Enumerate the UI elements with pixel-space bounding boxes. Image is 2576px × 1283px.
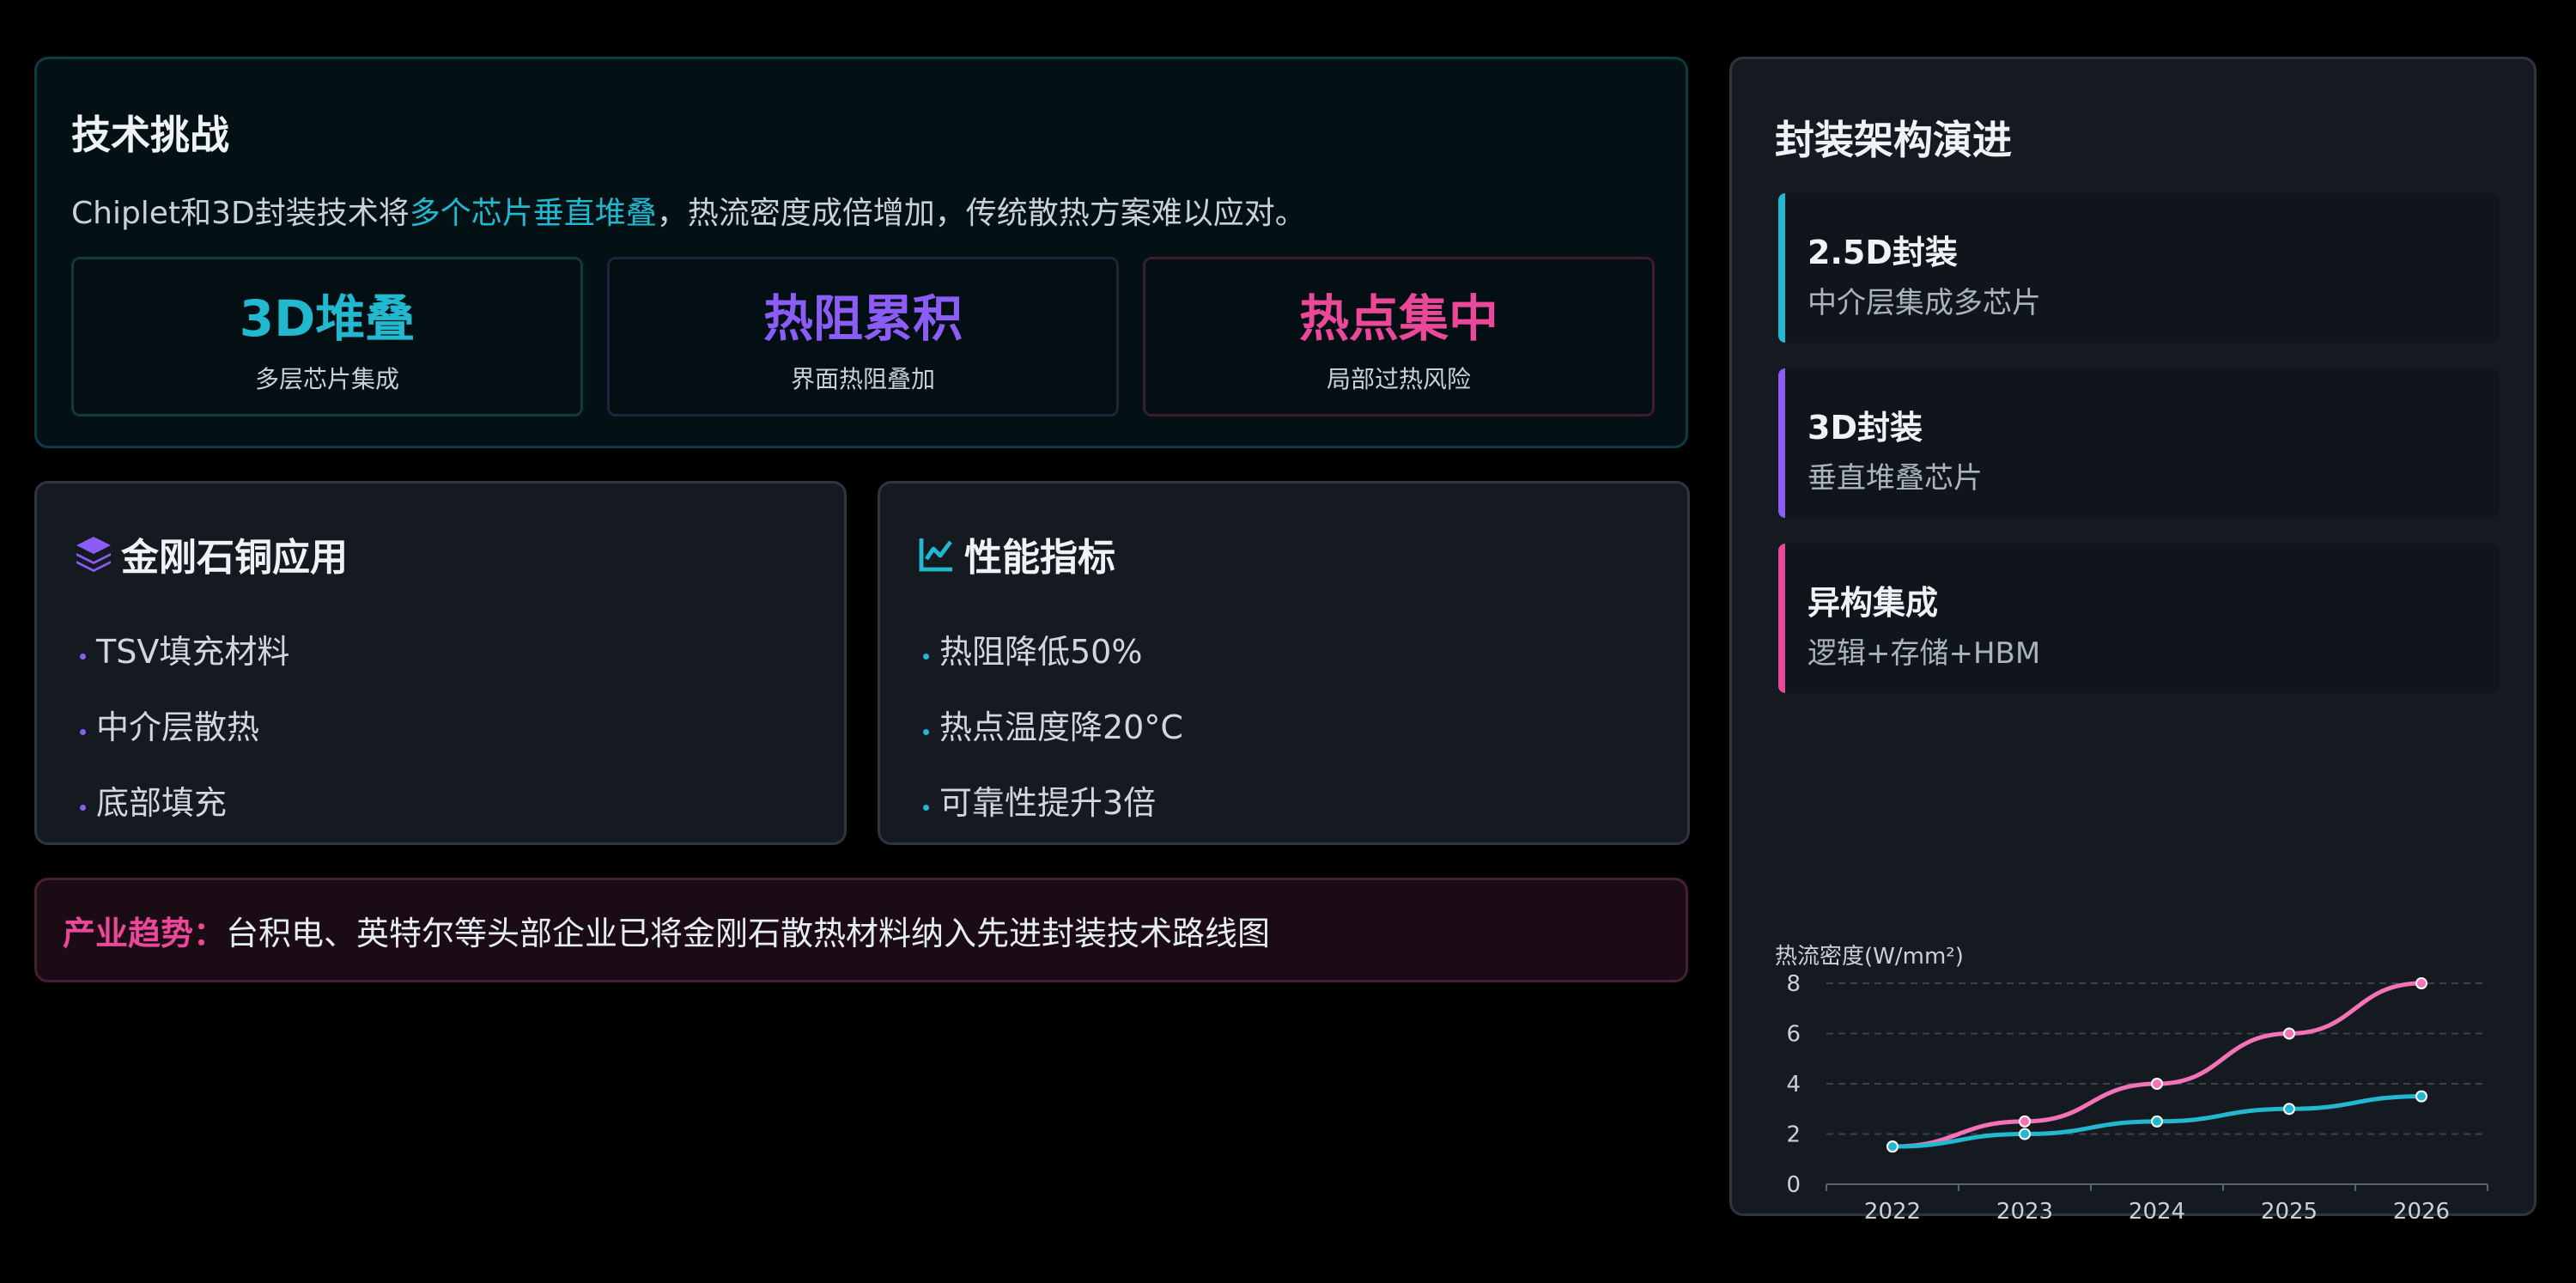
- desc-part: ，热流密度成倍增加，传统散热方案难以应对。: [656, 196, 1306, 231]
- y-tick-label: 0: [1786, 1172, 1801, 1198]
- chart-ylabel: 热流密度(W/mm²): [1775, 944, 1964, 970]
- data-point: [2151, 1115, 2163, 1128]
- list-item-text: 底部填充: [96, 783, 228, 822]
- heat-flux-chart: 0 2 4 6 8 2022 2023 2024 2025 2026 热流密度(W/mm²): [1775, 944, 2488, 1219]
- bullet-dot: [923, 804, 929, 811]
- stat-label: 局部过热风险: [1326, 365, 1471, 393]
- y-tick-label: 2: [1786, 1122, 1801, 1148]
- data-point: [2415, 1090, 2427, 1103]
- challenge-card: 技术挑战 Chiplet和3D封装技术将多个芯片垂直堆叠，热流密度成倍增加，传统…: [34, 57, 1688, 448]
- architecture-item-desc: 逻辑+存储+HBM: [1807, 636, 2041, 671]
- architecture-item: 3D封装 垂直堆叠芯片: [1778, 368, 2500, 518]
- architecture-item-name: 异构集成: [1807, 584, 1939, 622]
- data-point: [2283, 1103, 2295, 1116]
- layers-icon: [76, 537, 111, 572]
- data-point: [2019, 1115, 2031, 1128]
- challenge-description: Chiplet和3D封装技术将多个芯片垂直堆叠，热流密度成倍增加，传统散热方案难…: [71, 188, 1306, 233]
- stat-value: 热阻累积: [762, 289, 963, 348]
- data-point: [2019, 1128, 2031, 1140]
- bullet-dot: [80, 804, 86, 811]
- card-header: 金刚石铜应用: [73, 526, 348, 581]
- y-tick-label: 8: [1786, 971, 1801, 997]
- data-point: [2151, 1078, 2163, 1090]
- trend-label: 产业趋势：: [63, 914, 227, 952]
- card-title: 金刚石铜应用: [121, 536, 348, 580]
- stat-value: 热点集中: [1298, 289, 1498, 348]
- list-item: 可靠性提升3倍: [923, 762, 1183, 837]
- x-tick-label: 2026: [2393, 1199, 2450, 1219]
- y-tick-label: 4: [1786, 1072, 1801, 1098]
- performance-card: 性能指标 热阻降低50% 热点温度降20°C 可靠性提升3倍: [878, 481, 1690, 845]
- data-point: [1886, 1140, 1899, 1153]
- list-item-text: 热阻降低50%: [939, 632, 1143, 671]
- list-item: 底部填充: [80, 762, 289, 837]
- stat-hotspot: 热点集中 局部过热风险: [1143, 257, 1655, 417]
- data-point: [2283, 1027, 2295, 1040]
- challenge-title: 技术挑战: [71, 112, 229, 158]
- list-item: 热阻降低50%: [923, 611, 1183, 686]
- architecture-item-desc: 中介层集成多芯片: [1807, 286, 2041, 320]
- bullet-dot: [923, 728, 929, 735]
- architecture-panel: 封装架构演进 2.5D封装 中介层集成多芯片 3D封装 垂直堆叠芯片 异构集成 …: [1729, 57, 2537, 1219]
- chart-axes: 0 2 4 6 8 2022 2023 2024 2025 2026: [1786, 971, 2488, 1219]
- architecture-item-name: 2.5D封装: [1807, 234, 1958, 271]
- y-tick-label: 6: [1786, 1022, 1801, 1048]
- list-item: TSV填充材料: [80, 611, 289, 686]
- bullet-dot: [80, 728, 86, 735]
- architecture-item-desc: 垂直堆叠芯片: [1807, 461, 1983, 496]
- card-header: 性能指标: [916, 526, 1115, 581]
- stat-label: 多层芯片集成: [254, 365, 399, 393]
- list-item-text: 中介层散热: [96, 708, 260, 746]
- trend-text: 台积电、英特尔等头部企业已将金刚石散热材料纳入先进封装技术路线图: [226, 914, 1271, 952]
- chart-grid: [1826, 982, 2488, 1135]
- data-point: [2415, 977, 2427, 989]
- architecture-item: 异构集成 逻辑+存储+HBM: [1778, 544, 2500, 693]
- stat-label: 界面热阻叠加: [790, 365, 935, 393]
- x-tick-label: 2023: [1996, 1199, 2053, 1219]
- list-item-text: 热点温度降20°C: [939, 708, 1183, 746]
- architecture-item: 2.5D封装 中介层集成多芯片: [1778, 193, 2500, 343]
- stat-3d-stacking: 3D堆叠 多层芯片集成: [71, 257, 583, 417]
- diamond-list: TSV填充材料 中介层散热 底部填充: [80, 611, 289, 837]
- architecture-title: 封装架构演进: [1775, 117, 2012, 163]
- list-item: 中介层散热: [80, 686, 289, 762]
- list-item-text: 可靠性提升3倍: [939, 783, 1157, 822]
- desc-highlight: 多个芯片垂直堆叠: [409, 196, 657, 231]
- stat-thermal-resistance: 热阻累积 界面热阻叠加: [607, 257, 1119, 417]
- x-tick-label: 2022: [1864, 1199, 1921, 1219]
- desc-part: Chiplet和3D封装技术将: [71, 196, 410, 231]
- bullet-dot: [923, 653, 929, 660]
- chart-line-icon: [919, 538, 952, 572]
- x-tick-label: 2025: [2261, 1199, 2318, 1219]
- bullet-dot: [80, 653, 86, 660]
- performance-list: 热阻降低50% 热点温度降20°C 可靠性提升3倍: [923, 611, 1183, 837]
- architecture-item-name: 3D封装: [1807, 409, 1923, 447]
- industry-trend-banner: 产业趋势： 台积电、英特尔等头部企业已将金刚石散热材料纳入先进封装技术路线图: [34, 878, 1688, 982]
- chart-series: [1886, 977, 2427, 1153]
- stat-value: 3D堆叠: [239, 289, 416, 348]
- list-item-text: TSV填充材料: [96, 632, 290, 671]
- list-item: 热点温度降20°C: [923, 686, 1183, 762]
- diamond-copper-card: 金刚石铜应用 TSV填充材料 中介层散热 底部填充: [34, 481, 847, 845]
- x-tick-label: 2024: [2129, 1199, 2185, 1219]
- card-title: 性能指标: [964, 536, 1115, 580]
